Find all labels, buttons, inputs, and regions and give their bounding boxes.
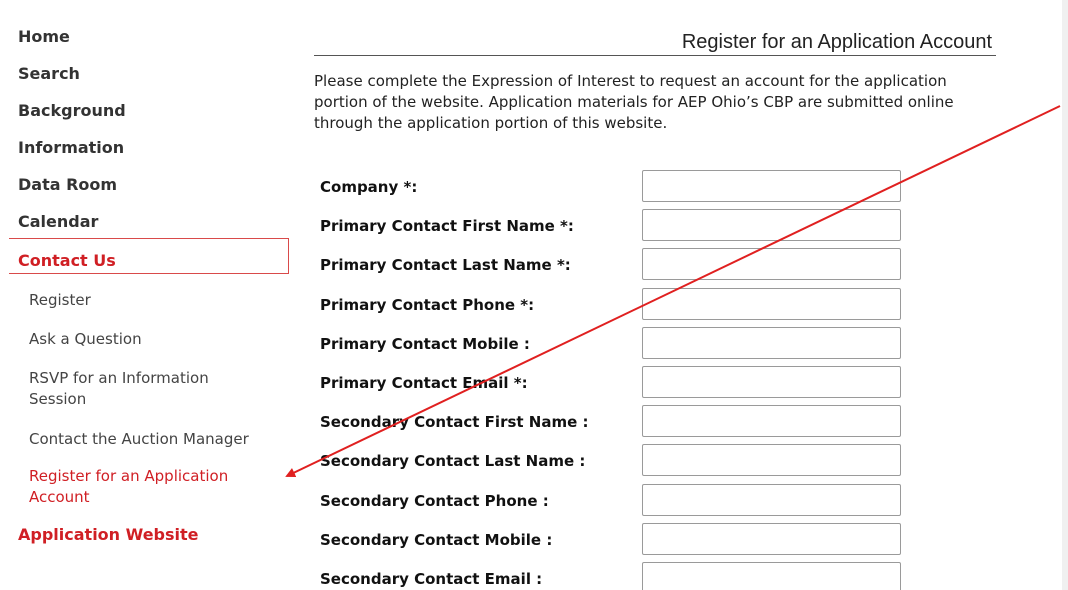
nav-application-website[interactable]: Application Website [18,525,199,545]
intro-line: Please complete the Expression of Intere… [314,72,947,90]
sub-ask-question-line: Ask a Question [29,330,142,348]
primary-last-name-label: Primary Contact Last Name *: [320,256,571,274]
secondary-email-input[interactable] [642,562,901,590]
sub-rsvp-info-session-line: Session [29,390,87,408]
primary-mobile-label: Primary Contact Mobile : [320,335,530,353]
secondary-email-label: Secondary Contact Email : [320,570,543,588]
sub-register-app-account[interactable]: Register for an Application Account [29,466,228,508]
primary-last-name-input[interactable] [642,248,901,280]
primary-email-label: Primary Contact Email *: [320,374,528,392]
sub-contact-auction-manager-line: Contact the Auction Manager [29,430,249,448]
nav-data-room[interactable]: Data Room [18,175,117,195]
sub-rsvp-info-session[interactable]: RSVP for an Information Session [29,368,209,410]
nav-contact-us[interactable]: Contact Us [18,251,116,271]
primary-phone-input[interactable] [642,288,901,320]
sub-register-app-account-line: Account [29,488,90,506]
sub-register-app-account-line: Register for an Application [29,467,229,485]
intro-line: portion of the website. Application mate… [314,93,954,111]
primary-first-name-label: Primary Contact First Name *: [320,217,574,235]
secondary-mobile-input[interactable] [642,523,901,555]
sub-rsvp-info-session-line: RSVP for an Information [29,369,209,387]
secondary-phone-label: Secondary Contact Phone : [320,492,549,510]
nav-information[interactable]: Information [18,138,124,158]
primary-phone-label: Primary Contact Phone *: [320,296,535,314]
nav-background[interactable]: Background [18,101,126,121]
secondary-mobile-label: Secondary Contact Mobile : [320,531,553,549]
intro-text: Please complete the Expression of Intere… [314,71,1062,134]
nav-calendar[interactable]: Calendar [18,212,98,232]
primary-first-name-input[interactable] [642,209,901,241]
secondary-first-name-input[interactable] [642,405,901,437]
secondary-phone-input[interactable] [642,484,901,516]
nav-search[interactable]: Search [18,64,80,84]
company-label: Company *: [320,178,418,196]
page-title-bar: Register for an Application Account [314,30,996,56]
sub-ask-question[interactable]: Ask a Question [29,329,142,350]
secondary-last-name-label: Secondary Contact Last Name : [320,452,586,470]
sub-contact-auction-manager[interactable]: Contact the Auction Manager [29,429,249,450]
secondary-first-name-label: Secondary Contact First Name : [320,413,589,431]
page-title: Register for an Application Account [681,31,992,53]
nav-home[interactable]: Home [18,27,70,47]
primary-mobile-input[interactable] [642,327,901,359]
sub-register[interactable]: Register [29,290,91,311]
secondary-last-name-input[interactable] [642,444,901,476]
intro-line: through the application portion of this … [314,114,668,132]
primary-email-input[interactable] [642,366,901,398]
company-input[interactable] [642,170,901,202]
sidebar: Home Search Background Information Data Room… [0,0,300,590]
page: Home Search Background Information Data Room… [0,0,1062,590]
sub-register-line: Register [29,291,91,309]
